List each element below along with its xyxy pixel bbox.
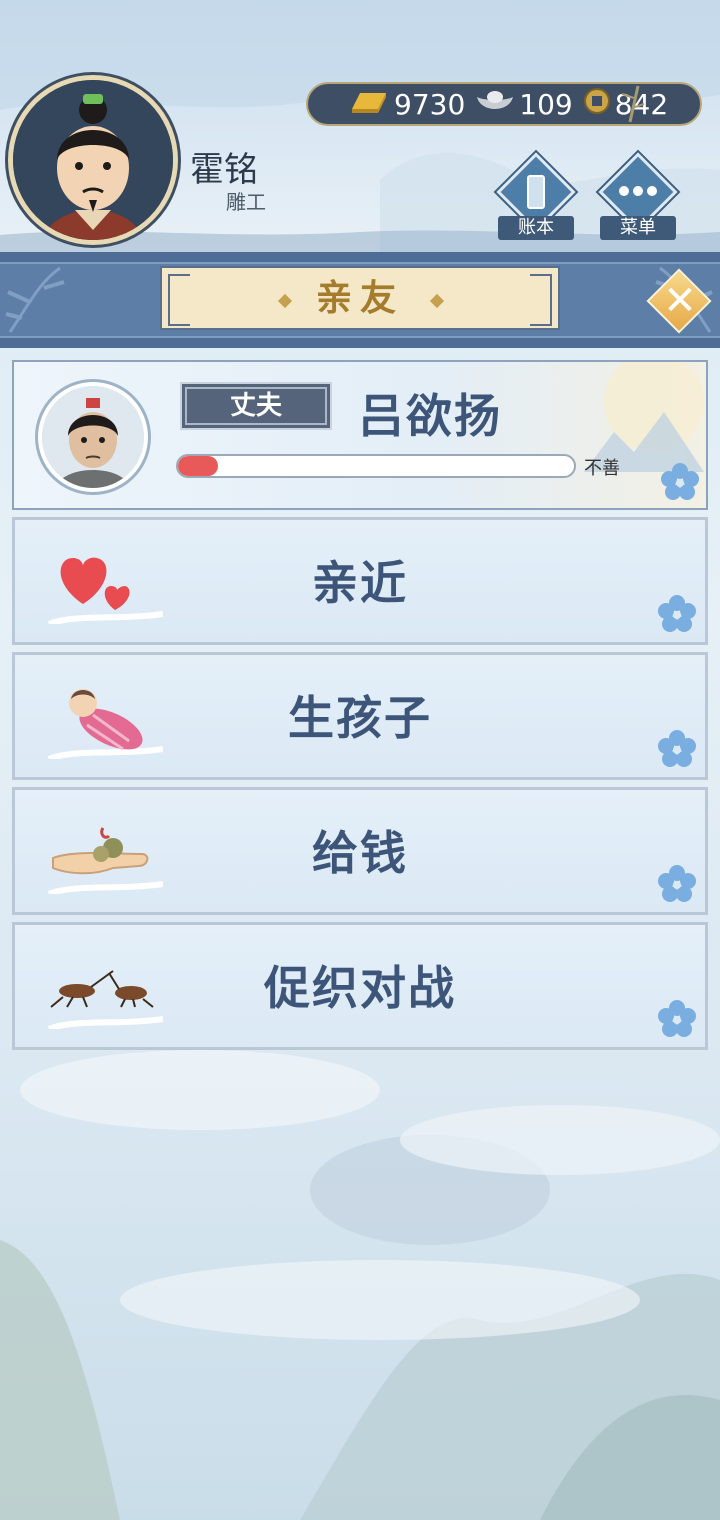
close-button[interactable]: ✕: [646, 268, 712, 334]
action-label: 亲近: [312, 556, 408, 610]
player-avatar[interactable]: [8, 75, 178, 245]
affinity-bar: [176, 454, 576, 478]
action-row-give-money[interactable]: 给钱: [12, 787, 708, 915]
affinity-bar-fill: [178, 456, 218, 476]
action-row-have-child[interactable]: 生孩子: [12, 652, 708, 780]
gold-counter[interactable]: 9730: [348, 87, 465, 122]
plum-blossom-icon: [658, 595, 696, 632]
menu-button[interactable]: 菜单: [596, 152, 680, 242]
ledger-book-icon: [527, 175, 545, 209]
panel-title-plate: 亲友: [160, 266, 560, 330]
plum-blossom-icon: [658, 1000, 696, 1037]
bamboo-decoration-icon: [621, 85, 645, 123]
gold-ingot-icon: [348, 87, 390, 122]
currency-bar: 9730 109 842: [306, 82, 702, 126]
plum-blossom-icon: [658, 865, 696, 902]
relation-label: 丈夫: [229, 391, 282, 421]
spouse-portrait: [42, 386, 144, 488]
ledger-button[interactable]: 账本: [494, 152, 578, 242]
gold-amount: 9730: [394, 87, 466, 121]
panel-title: 亲友: [315, 278, 404, 319]
action-row-intimacy[interactable]: 亲近: [12, 517, 708, 645]
top-header: 霍铭 雕工 9730 109 842 账本 菜单: [0, 0, 720, 255]
player-portrait: [13, 80, 173, 240]
ledger-label: 账本: [498, 216, 574, 240]
player-occupation: 雕工: [226, 190, 266, 214]
spouse-card: 丈夫 吕欲扬 不善: [12, 360, 708, 510]
action-label: 促织对战: [264, 961, 456, 1015]
action-row-cricket-fight[interactable]: 促织对战: [12, 922, 708, 1050]
more-dots-icon: [619, 186, 657, 196]
copper-coin-icon: [583, 87, 611, 122]
close-icon: ✕: [663, 278, 697, 324]
menu-label: 菜单: [600, 216, 676, 240]
affinity-label: 不善: [584, 458, 620, 479]
relation-tag: 丈夫: [180, 382, 332, 430]
silver-ingot-icon: [475, 87, 515, 122]
spouse-avatar[interactable]: [38, 382, 148, 492]
silver-counter[interactable]: 109: [475, 87, 573, 122]
action-label: 给钱: [312, 826, 408, 880]
bamboo-left-icon: [5, 266, 65, 333]
silver-amount: 109: [519, 87, 573, 121]
spouse-name: 吕欲扬: [358, 389, 502, 443]
action-label: 生孩子: [288, 691, 432, 745]
plum-blossom-icon: [661, 463, 699, 500]
plum-blossom-icon: [658, 730, 696, 767]
player-name: 霍铭: [190, 150, 258, 190]
